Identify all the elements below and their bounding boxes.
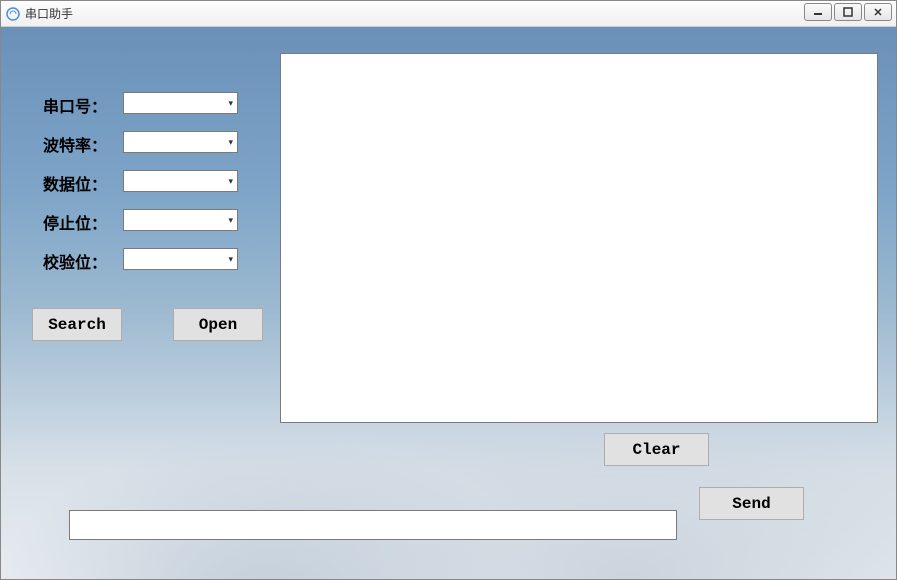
minimize-button[interactable] xyxy=(804,3,832,21)
combo-stopbits[interactable]: ▾ xyxy=(123,209,238,231)
open-button-label: Open xyxy=(199,316,237,334)
receive-textarea[interactable] xyxy=(280,53,878,423)
client-area: 串口号： 波特率： 数据位： 停止位： 校验位： ▾ ▾ ▾ ▾ ▾ Searc… xyxy=(1,27,896,579)
send-input[interactable] xyxy=(69,510,677,540)
window-title: 串口助手 xyxy=(25,5,73,22)
search-button[interactable]: Search xyxy=(32,308,122,341)
send-button[interactable]: Send xyxy=(699,487,804,520)
chevron-down-icon: ▾ xyxy=(228,98,233,109)
chevron-down-icon: ▾ xyxy=(228,254,233,265)
clear-button-label: Clear xyxy=(632,441,680,459)
clear-button[interactable]: Clear xyxy=(604,433,709,466)
label-parity: 校验位： xyxy=(43,249,107,273)
label-baud: 波特率： xyxy=(43,132,107,156)
maximize-button[interactable] xyxy=(834,3,862,21)
chevron-down-icon: ▾ xyxy=(228,176,233,187)
label-stopbits: 停止位： xyxy=(43,210,107,234)
app-icon xyxy=(5,6,21,22)
window-controls xyxy=(804,3,892,21)
send-button-label: Send xyxy=(732,495,770,513)
combo-baud[interactable]: ▾ xyxy=(123,131,238,153)
close-button[interactable] xyxy=(864,3,892,21)
titlebar: 串口助手 xyxy=(1,1,896,27)
search-button-label: Search xyxy=(48,316,106,334)
combo-parity[interactable]: ▾ xyxy=(123,248,238,270)
label-port: 串口号： xyxy=(43,93,107,117)
app-window: 串口助手 串口号： 波特率： 数据位： 停止位： 校验位： ▾ ▾ xyxy=(0,0,897,580)
chevron-down-icon: ▾ xyxy=(228,137,233,148)
label-databits: 数据位： xyxy=(43,171,107,195)
combo-databits[interactable]: ▾ xyxy=(123,170,238,192)
open-button[interactable]: Open xyxy=(173,308,263,341)
chevron-down-icon: ▾ xyxy=(228,215,233,226)
combo-port[interactable]: ▾ xyxy=(123,92,238,114)
